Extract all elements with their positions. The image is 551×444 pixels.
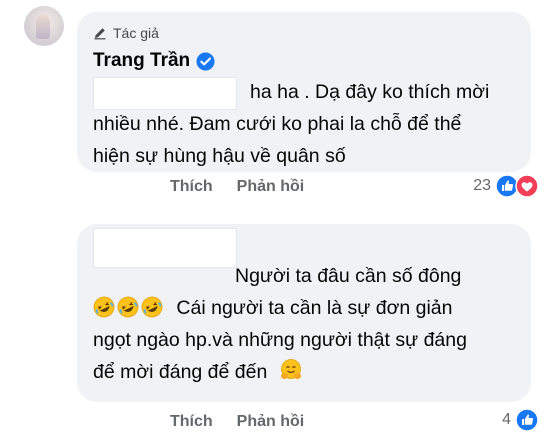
- avatar-figure: [36, 15, 50, 39]
- author-badge: Tác giả: [93, 25, 159, 41]
- comment-bubble-author: Tác giả Trang Trần ha ha . Dạ đây ko thí…: [77, 12, 531, 172]
- rofl-emoji: [93, 296, 115, 318]
- comment-text-line: ngọt ngào hp.và những người thật sự đáng: [93, 329, 467, 351]
- verified-badge-icon: [196, 51, 215, 71]
- like-button[interactable]: Thích: [170, 413, 213, 431]
- rofl-emoji: [141, 296, 163, 318]
- rofl-emoji: [117, 296, 139, 318]
- reaction-count: 23: [473, 177, 491, 194]
- pen-icon: [94, 28, 106, 40]
- reaction-summary[interactable]: 4: [502, 408, 539, 432]
- comment-text-segment: để mời đáng để đến: [93, 361, 268, 383]
- comment-bubble-reply: Người ta đâu cần số đông Cái người ta cầ…: [77, 224, 531, 402]
- comment-text-line: hiện sự hùng hậu về quân số: [93, 145, 346, 167]
- reaction-count: 4: [502, 411, 511, 428]
- comment-text-line: nhiều nhé. Đam cưới ko phai la chỗ để th…: [93, 113, 462, 135]
- reply-button[interactable]: Phản hồi: [237, 178, 305, 196]
- comment-text-line: Người ta đâu cần số đông: [235, 265, 462, 287]
- hugging-emoji: [280, 359, 301, 379]
- reply-button[interactable]: Phản hồi: [237, 413, 305, 431]
- like-icon: [515, 408, 539, 432]
- redacted-name: [93, 228, 237, 268]
- author-badge-label: Tác giả: [113, 25, 159, 41]
- avatar[interactable]: [24, 6, 64, 46]
- reaction-summary[interactable]: 23: [473, 174, 539, 198]
- love-icon: [515, 174, 539, 198]
- comment-text-segment: Cái người ta cần là sự đơn giản: [176, 297, 453, 319]
- comment-text-line: ha ha . Dạ đây ko thích mời: [250, 81, 490, 103]
- redacted-mention: [93, 77, 237, 110]
- author-name[interactable]: Trang Trần: [93, 50, 190, 72]
- comment-text-line-with-emoji: Cái người ta cần là sự đơn giản: [93, 292, 453, 324]
- like-button[interactable]: Thích: [170, 178, 213, 196]
- comment-text-line-with-emoji: để mời đáng để đến: [93, 356, 305, 388]
